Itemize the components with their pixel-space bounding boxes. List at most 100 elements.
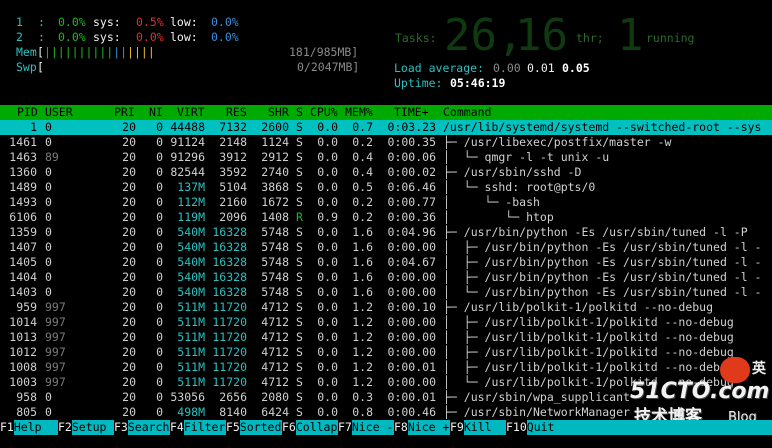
process-row[interactable]: 1403 20 0 540M 16328 5748 0.0 1.6 0:00.00 0 S │ └─ …	[0, 285, 772, 300]
cell-command: │ └─ qmgr -l -t unix -u	[443, 150, 610, 164]
tasks-label: Tasks:	[395, 31, 437, 45]
cell-command: ├─ /usr/sbin/wpa_supplicant	[443, 390, 630, 404]
cell-state: S	[296, 360, 303, 374]
process-row[interactable]: 1407 20 0 540M 16328 5748 0.0 1.6 0:00.00 0 S │ ├─ …	[0, 240, 772, 255]
process-row[interactable]: 959 20 0 511M 11720 4712 0.0 1.2 0:00.10 997 S ├─ /…	[0, 300, 772, 315]
cell-pri: 20	[122, 225, 136, 239]
process-row[interactable]: 1405 20 0 540M 16328 5748 0.0 1.6 0:04.67 0 S │ ├─ …	[0, 255, 772, 270]
cpu1-label: 1	[16, 15, 23, 29]
col-command[interactable]: Command	[443, 105, 491, 120]
cell-user: 0	[45, 270, 52, 284]
cell-ni: 0	[156, 210, 163, 224]
cell-state: S	[296, 240, 303, 254]
process-row[interactable]: 1360 20 0 82544 3592 2740 0.0 0.4 0:00.02 0 S ├─ /u…	[0, 165, 772, 180]
process-row[interactable]: 1461 20 0 91124 2148 1124 0.0 0.2 0:00.35 0 S ├─ /u…	[0, 135, 772, 150]
cell-user: 997	[45, 300, 66, 314]
cell-res: 2148	[219, 135, 247, 149]
running-label: running	[646, 31, 695, 45]
cell-time: 0:06.46	[387, 180, 436, 194]
cell-time: 0:00.35	[387, 135, 436, 149]
fkey-key: F3	[114, 420, 128, 434]
cell-res: 7132	[219, 120, 247, 134]
process-row[interactable]: 1008 20 0 511M 11720 4712 0.0 1.2 0:00.01 997 S │ ├…	[0, 360, 772, 375]
cell-mem: 0.7	[352, 120, 373, 134]
fkey-nice-button[interactable]: F7Nice -	[338, 420, 394, 435]
cell-state: S	[296, 375, 303, 389]
col-pri[interactable]: PRI	[114, 105, 135, 120]
cell-time: 0:04.67	[387, 255, 436, 269]
process-row[interactable]: 1014 20 0 511M 11720 4712 0.0 1.2 0:00.00 997 S │ ├…	[0, 315, 772, 330]
cell-shr: 5748	[261, 285, 289, 299]
process-row[interactable]: 1013 20 0 511M 11720 4712 0.0 1.2 0:00.00 997 S │ ├…	[0, 330, 772, 345]
fkey-key: F7	[338, 420, 352, 434]
process-row[interactable]: 1489 20 0 137M 5104 3868 0.0 0.5 0:06.46 0 S │ └─ s…	[0, 180, 772, 195]
cell-command: ├─ /usr/sbin/NetworkManager	[443, 405, 630, 419]
cell-pri: 20	[122, 405, 136, 419]
cell-res: 8140	[219, 405, 247, 419]
cell-user: 997	[45, 360, 66, 374]
fkey-collap-button[interactable]: F6Collap	[282, 420, 338, 435]
fkey-label: Filter	[183, 420, 226, 435]
process-row[interactable]: 1359 20 0 540M 16328 5748 0.0 1.6 0:04.96 0 S ├─ /u…	[0, 225, 772, 240]
col-time[interactable]: TIME+	[394, 105, 429, 120]
cell-res: 16328	[212, 270, 247, 284]
col-ni[interactable]: NI	[149, 105, 163, 120]
process-row[interactable]: 6106 20 0 119M 2096 1408 0.9 0.2 0:00.36 0 R │ └─ h…	[0, 210, 772, 225]
fkey-search-button[interactable]: F3Search	[114, 420, 170, 435]
cell-virt: 511M	[177, 375, 205, 389]
cell-user: 89	[45, 150, 59, 164]
col-mem[interactable]: MEM%	[345, 105, 373, 120]
cell-pri: 20	[122, 240, 136, 254]
col-pid[interactable]: PID	[17, 105, 38, 120]
process-row[interactable]: 1012 20 0 511M 11720 4712 0.0 1.2 0:00.00 997 S │ ├…	[0, 345, 772, 360]
cell-shr: 6424	[261, 405, 289, 419]
cell-virt: 511M	[177, 345, 205, 359]
fkey-label: Collap	[295, 420, 338, 435]
process-row[interactable]: 1404 20 0 540M 16328 5748 0.0 1.6 0:00.00 0 S │ ├─ …	[0, 270, 772, 285]
cell-time: 0:03.23	[387, 120, 436, 134]
cell-mem: 0.8	[352, 405, 373, 419]
cell-pid: 1013	[9, 330, 37, 344]
process-row[interactable]: 1 20 0 44488 7132 2600 0.0 0.7 0:03.23 0 S/usr/lib…	[0, 120, 772, 135]
fkey-key: F5	[226, 420, 240, 434]
col-virt[interactable]: VIRT	[177, 105, 205, 120]
fkey-help-button[interactable]: F1Help	[0, 420, 58, 435]
cell-ni: 0	[156, 300, 163, 314]
cell-command: │ ├─ /usr/lib/polkit-1/polkitd --no-debu…	[443, 330, 734, 344]
cell-cpu: 0.0	[317, 225, 338, 239]
col-cpu[interactable]: CPU%	[310, 105, 338, 120]
cell-command: │ ├─ /usr/lib/polkit-1/polkitd --no-debu…	[443, 360, 734, 374]
process-row[interactable]: 1463 20 0 91296 3912 2912 0.0 0.4 0:00.06 89 S │ └─…	[0, 150, 772, 165]
col-user[interactable]: USER	[45, 105, 73, 120]
cell-res: 16328	[212, 255, 247, 269]
cell-time: 0:00.00	[387, 375, 436, 389]
cell-mem: 1.6	[352, 270, 373, 284]
cell-command: │ └─ -bash	[443, 195, 540, 209]
cell-pid: 1461	[9, 135, 37, 149]
cell-ni: 0	[156, 270, 163, 284]
cell-res: 11720	[212, 300, 247, 314]
fkey-setup-button[interactable]: F2Setup	[58, 420, 114, 435]
cell-shr: 3868	[261, 180, 289, 194]
col-state[interactable]: S	[296, 105, 303, 120]
fkey-label: Sorted	[239, 420, 282, 435]
cpu1-user: 0.0%	[58, 15, 86, 29]
cell-mem: 1.2	[352, 315, 373, 329]
col-shr[interactable]: SHR	[268, 105, 289, 120]
cell-command: /usr/lib/systemd/systemd --switched-root…	[443, 120, 762, 134]
col-res[interactable]: RES	[226, 105, 247, 120]
threads-label: thr;	[576, 31, 604, 45]
fkey-sorted-button[interactable]: F5Sorted	[226, 420, 282, 435]
cell-ni: 0	[156, 120, 163, 134]
fkey-nice-button[interactable]: F8Nice +	[394, 420, 450, 435]
fkey-filter-button[interactable]: F4Filter	[170, 420, 226, 435]
cell-shr: 4712	[261, 345, 289, 359]
cpu2-low-label: low:	[170, 30, 198, 44]
process-row[interactable]: 1493 20 0 112M 2160 1672 0.0 0.2 0:00.77 0 S │ └─ -…	[0, 195, 772, 210]
cell-virt: 511M	[177, 360, 205, 374]
fkey-kill-button[interactable]: F9Kill	[450, 420, 506, 435]
cell-ni: 0	[156, 180, 163, 194]
cell-virt: 540M	[177, 240, 205, 254]
fkey-quit-button[interactable]: F10Quit	[506, 420, 772, 435]
cell-virt: 53056	[170, 390, 205, 404]
